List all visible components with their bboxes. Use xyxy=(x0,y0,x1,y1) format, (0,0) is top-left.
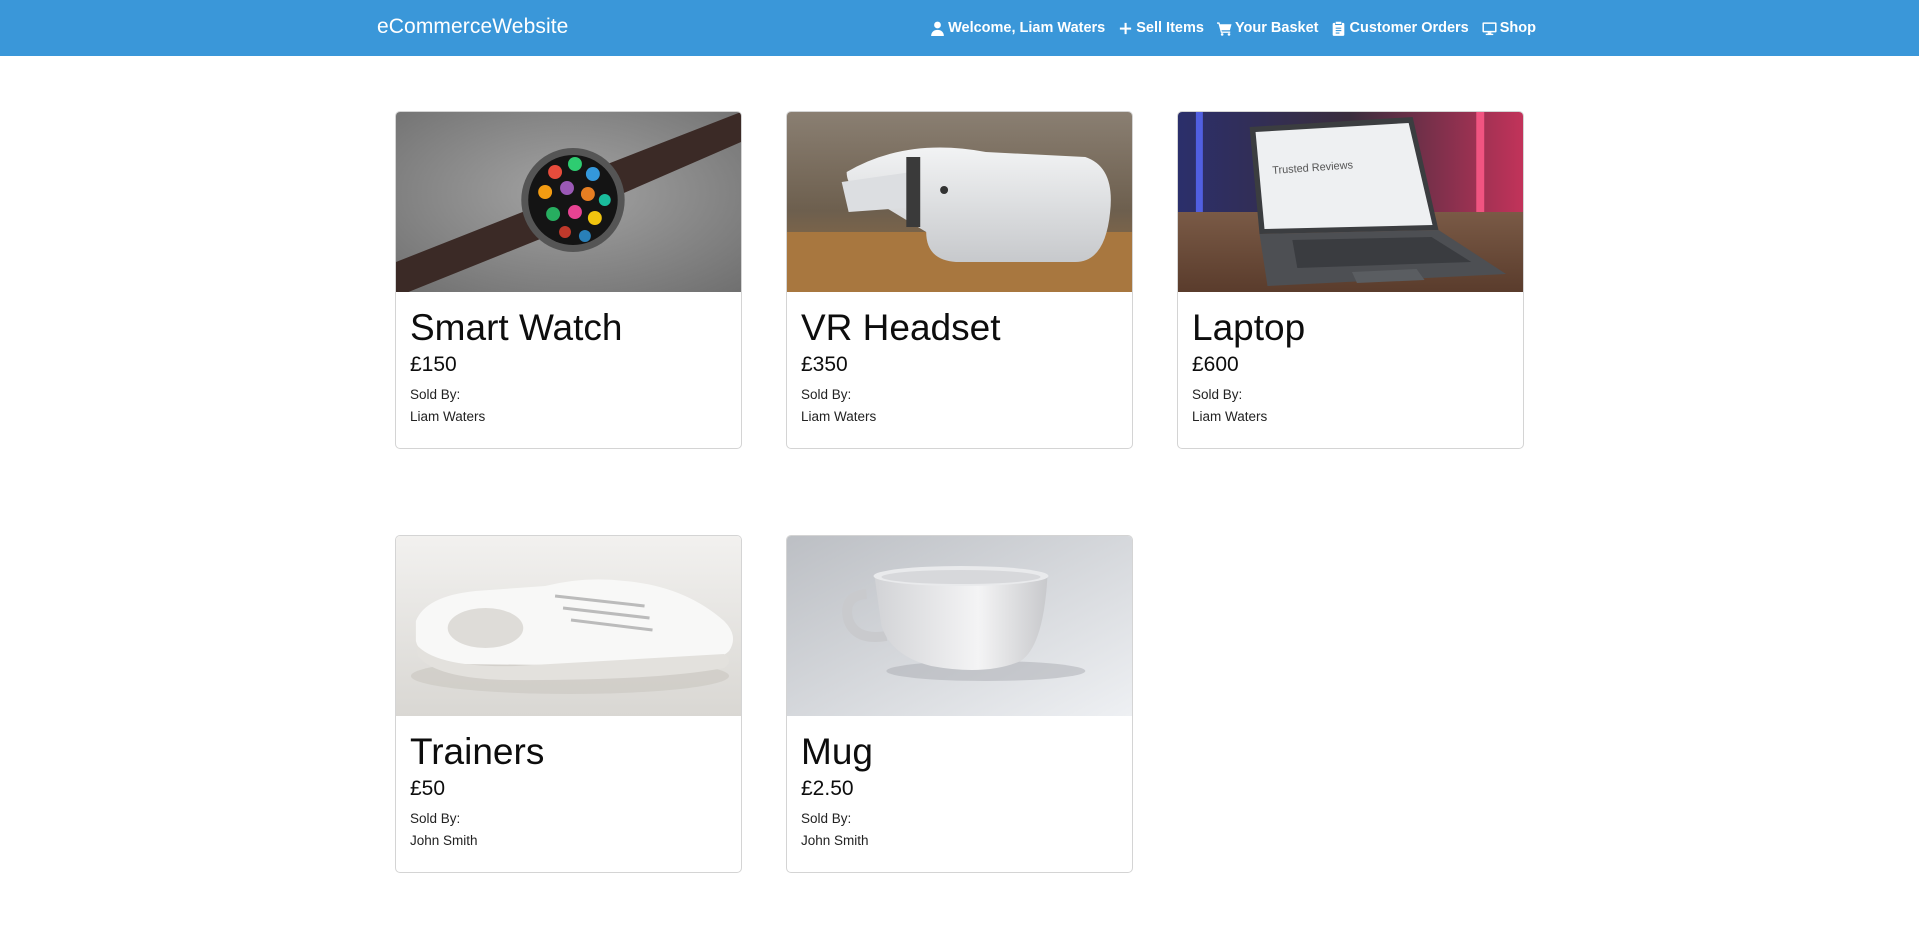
seller-name: Liam Waters xyxy=(801,409,877,424)
vr-headset-image[interactable] xyxy=(787,112,1132,292)
nav-sell-items-link[interactable]: Sell Items xyxy=(1118,20,1204,36)
laptop-image[interactable]: Trusted Reviews xyxy=(1178,112,1523,292)
nav-customer-orders-label: Customer Orders xyxy=(1349,20,1469,36)
card-body: Mug £2.50 Sold By: John Smith xyxy=(787,716,1132,852)
product-card-mug[interactable]: Mug £2.50 Sold By: John Smith xyxy=(786,535,1133,873)
nav-basket-link[interactable]: Your Basket xyxy=(1216,20,1319,36)
card-body: Laptop £600 Sold By: Liam Waters xyxy=(1178,292,1523,428)
nav-shop-link[interactable]: Shop xyxy=(1482,20,1536,36)
nav-links: Welcome, Liam Waters Sell Items Your Bas… xyxy=(917,0,1536,56)
clipboard-icon xyxy=(1331,21,1346,36)
sold-by-label: Sold By: xyxy=(801,811,852,826)
top-navbar: eCommerceWebsite Welcome, Liam Waters Se… xyxy=(0,0,1919,56)
user-icon xyxy=(930,21,945,36)
seller-name: John Smith xyxy=(410,833,478,848)
product-card-smart-watch[interactable]: Smart Watch £150 Sold By: Liam Waters xyxy=(395,111,742,449)
mug-image[interactable] xyxy=(787,536,1132,716)
product-price: £350 xyxy=(801,353,848,376)
card-body: Trainers £50 Sold By: John Smith xyxy=(396,716,741,852)
seller-name: Liam Waters xyxy=(1192,409,1268,424)
cart-icon xyxy=(1216,21,1232,36)
product-price: £600 xyxy=(1192,353,1239,376)
smart-watch-image[interactable] xyxy=(396,112,741,292)
product-title[interactable]: VR Headset xyxy=(801,308,1118,348)
nav-shop-label: Shop xyxy=(1499,20,1536,36)
sold-by-label: Sold By: xyxy=(1192,387,1243,402)
product-price: £2.50 xyxy=(801,777,854,800)
product-title[interactable]: Mug xyxy=(801,732,1118,772)
seller-name: John Smith xyxy=(801,833,869,848)
seller-name: Liam Waters xyxy=(410,409,486,424)
nav-customer-orders-link[interactable]: Customer Orders xyxy=(1331,20,1469,36)
product-price: £50 xyxy=(410,777,446,800)
product-card-trainers[interactable]: Trainers £50 Sold By: John Smith xyxy=(395,535,742,873)
nav-welcome-label: Welcome, Liam Waters xyxy=(948,20,1106,36)
product-title[interactable]: Laptop xyxy=(1192,308,1509,348)
nav-basket-label: Your Basket xyxy=(1234,20,1319,36)
nav-welcome-link[interactable]: Welcome, Liam Waters xyxy=(930,20,1105,36)
product-title[interactable]: Trainers xyxy=(410,732,727,772)
sold-by-label: Sold By: xyxy=(410,387,461,402)
product-price: £150 xyxy=(410,353,457,376)
product-card-vr-headset[interactable]: VR Headset £350 Sold By: Liam Waters xyxy=(786,111,1133,449)
product-card-laptop[interactable]: Trusted Reviews Laptop £600 Sold By: Lia… xyxy=(1177,111,1524,449)
plus-icon xyxy=(1118,21,1133,36)
brand-link[interactable]: eCommerceWebsite xyxy=(377,15,568,39)
card-body: VR Headset £350 Sold By: Liam Waters xyxy=(787,292,1132,428)
card-body: Smart Watch £150 Sold By: Liam Waters xyxy=(396,292,741,428)
monitor-icon xyxy=(1482,21,1497,36)
sold-by-label: Sold By: xyxy=(801,387,852,402)
product-title[interactable]: Smart Watch xyxy=(410,308,727,348)
trainers-image[interactable] xyxy=(396,536,741,716)
sold-by-label: Sold By: xyxy=(410,811,461,826)
nav-sell-items-label: Sell Items xyxy=(1136,20,1204,36)
